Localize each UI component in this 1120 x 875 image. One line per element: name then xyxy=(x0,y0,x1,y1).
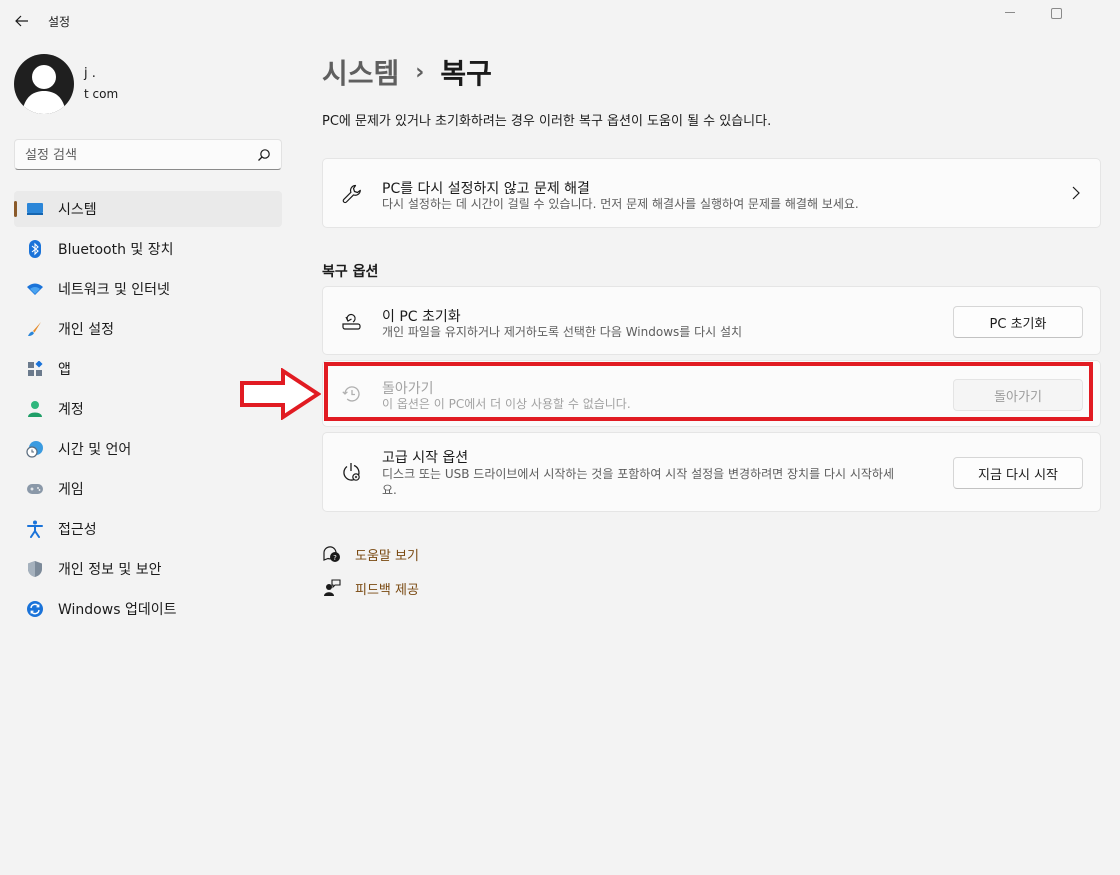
sidebar-item-personalization[interactable]: 개인 설정 xyxy=(14,311,282,347)
breadcrumb: 시스템 › 복구 xyxy=(322,52,492,92)
update-icon xyxy=(26,600,44,618)
sidebar-item-label: 개인 정보 및 보안 xyxy=(58,562,162,578)
minimize-icon xyxy=(1005,12,1015,13)
shield-icon xyxy=(26,560,44,578)
maximize-icon xyxy=(1050,7,1062,19)
advanced-startup-card: 고급 시작 옵션 디스크 또는 USB 드라이브에서 시작하는 것을 포함하여 … xyxy=(322,432,1101,512)
advanced-startup-subtitle-line2: 요. xyxy=(382,483,397,497)
advanced-startup-title: 고급 시작 옵션 xyxy=(382,450,469,466)
breadcrumb-separator: › xyxy=(415,59,425,85)
avatar[interactable] xyxy=(14,54,74,114)
troubleshoot-title: PC를 다시 설정하지 않고 문제 해결 xyxy=(382,181,590,197)
search-icon xyxy=(258,149,270,161)
reset-pc-icon xyxy=(341,311,363,333)
sidebar-item-label: 접근성 xyxy=(58,522,97,538)
reset-pc-card: 이 PC 초기화 개인 파일을 유지하거나 제거하도록 선택한 다음 Windo… xyxy=(322,286,1101,355)
reset-pc-title: 이 PC 초기화 xyxy=(382,309,461,325)
apps-icon xyxy=(26,360,44,378)
sidebar-item-windows-update[interactable]: Windows 업데이트 xyxy=(14,591,282,627)
wifi-icon xyxy=(26,280,44,298)
search-box[interactable] xyxy=(14,139,282,170)
search-input[interactable] xyxy=(25,146,245,164)
feedback-icon xyxy=(322,578,342,598)
feedback-link-label: 피드백 제공 xyxy=(355,582,419,598)
system-icon xyxy=(26,200,44,218)
breadcrumb-parent[interactable]: 시스템 xyxy=(322,52,399,92)
sidebar-item-label: 앱 xyxy=(58,362,71,378)
user-name: j . xyxy=(84,66,96,81)
restart-now-button[interactable]: 지금 다시 시작 xyxy=(953,457,1083,489)
sidebar-item-time-language[interactable]: 시간 및 언어 xyxy=(14,431,282,467)
sidebar-item-label: 시간 및 언어 xyxy=(58,442,132,458)
page-title: 복구 xyxy=(440,57,492,90)
svg-text:?: ? xyxy=(333,554,337,562)
help-link[interactable]: ? 도움말 보기 xyxy=(322,544,419,564)
sidebar-item-system[interactable]: 시스템 xyxy=(14,191,282,227)
help-icon: ? xyxy=(322,544,342,564)
app-title: 설정 xyxy=(48,15,71,29)
help-link-label: 도움말 보기 xyxy=(355,548,419,564)
reset-pc-button[interactable]: PC 초기화 xyxy=(953,306,1083,338)
annotation-arrow-icon xyxy=(240,368,321,420)
title-bar: 설정 xyxy=(0,0,1120,40)
sidebar-item-network[interactable]: 네트워크 및 인터넷 xyxy=(14,271,282,307)
wrench-icon xyxy=(341,183,363,205)
sidebar-item-label: 시스템 xyxy=(58,202,97,218)
gamepad-icon xyxy=(26,480,44,498)
feedback-link[interactable]: 피드백 제공 xyxy=(322,578,419,598)
sidebar-item-label: 개인 설정 xyxy=(58,322,114,338)
advanced-startup-icon xyxy=(341,462,363,484)
account-icon xyxy=(26,400,44,418)
sidebar-item-label: 네트워크 및 인터넷 xyxy=(58,282,170,298)
user-silhouette-icon xyxy=(22,65,66,114)
brush-icon xyxy=(26,320,44,338)
sidebar-item-bluetooth[interactable]: Bluetooth 및 장치 xyxy=(14,231,282,267)
sidebar-item-label: Windows 업데이트 xyxy=(58,602,177,618)
page-description: PC에 문제가 있거나 초기화하려는 경우 이러한 복구 옵션이 도움이 될 수… xyxy=(322,114,772,129)
sidebar-item-privacy[interactable]: 개인 정보 및 보안 xyxy=(14,551,282,587)
user-email: t com xyxy=(84,87,119,101)
minimize-button[interactable] xyxy=(1000,6,1020,20)
sidebar-item-label: 계정 xyxy=(58,402,84,418)
sidebar-item-label: Bluetooth 및 장치 xyxy=(58,242,174,258)
sidebar-item-accessibility[interactable]: 접근성 xyxy=(14,511,282,547)
sidebar-item-label: 게임 xyxy=(58,482,84,498)
chevron-right-icon xyxy=(1072,186,1080,200)
sidebar-item-gaming[interactable]: 게임 xyxy=(14,471,282,507)
globe-clock-icon xyxy=(26,440,44,458)
arrow-left-icon xyxy=(15,15,28,27)
reset-pc-subtitle: 개인 파일을 유지하거나 제거하도록 선택한 다음 Windows를 다시 설치 xyxy=(382,325,743,339)
troubleshoot-subtitle: 다시 설정하는 데 시간이 걸릴 수 있습니다. 먼저 문제 해결사를 실행하여… xyxy=(382,197,859,211)
maximize-button[interactable] xyxy=(1046,6,1066,20)
back-button[interactable] xyxy=(12,12,32,30)
bluetooth-icon xyxy=(26,240,44,258)
troubleshoot-card[interactable]: PC를 다시 설정하지 않고 문제 해결 다시 설정하는 데 시간이 걸릴 수 … xyxy=(322,158,1101,228)
section-title-recovery-options: 복구 옵션 xyxy=(322,264,379,280)
advanced-startup-subtitle-line1: 디스크 또는 USB 드라이브에서 시작하는 것을 포함하여 시작 설정을 변경… xyxy=(382,467,895,481)
accessibility-icon xyxy=(26,520,44,538)
annotation-highlight-box xyxy=(324,362,1093,421)
